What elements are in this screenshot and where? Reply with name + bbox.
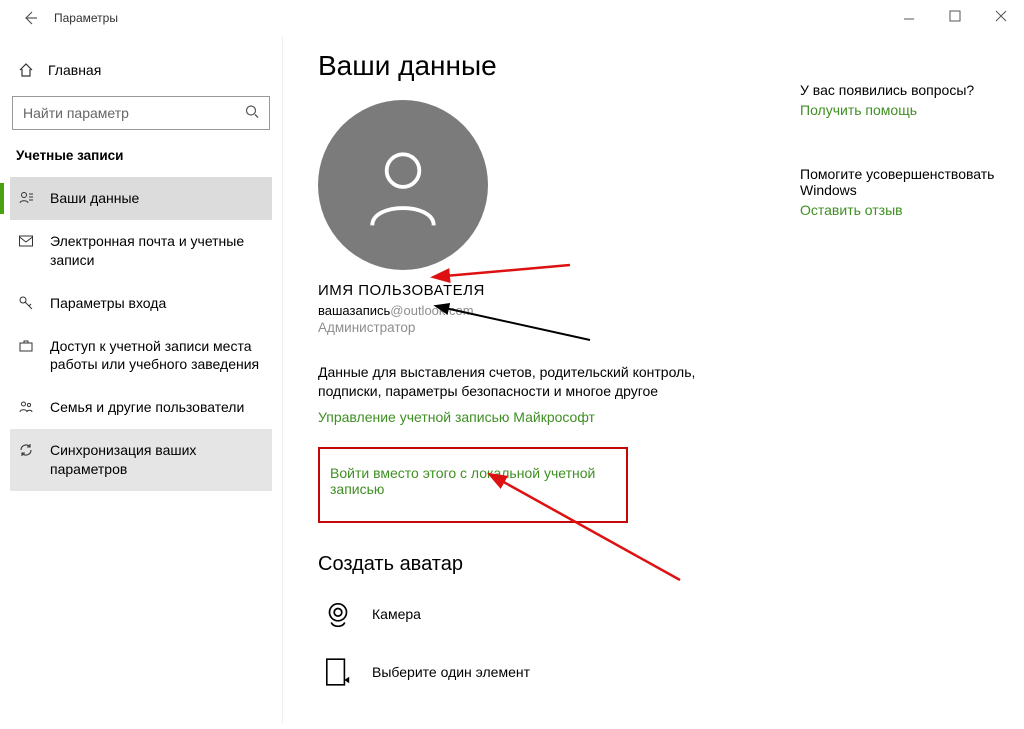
sidebar-item-label: Параметры входа xyxy=(50,294,166,313)
people-icon xyxy=(16,398,36,415)
sidebar-item-label: Доступ к учетной записи места работы или… xyxy=(50,337,266,375)
minimize-icon xyxy=(901,8,917,24)
page-title: Ваши данные xyxy=(318,50,1024,82)
right-column: У вас появились вопросы? Получить помощь… xyxy=(800,82,1010,218)
account-description: Данные для выставления счетов, родительс… xyxy=(318,363,738,401)
sidebar-item-work-school[interactable]: Доступ к учетной записи места работы или… xyxy=(10,325,272,387)
sidebar-home[interactable]: Главная xyxy=(10,54,272,86)
account-role: Администратор xyxy=(318,320,1024,335)
sidebar-section-title: Учетные записи xyxy=(10,148,272,177)
back-button[interactable] xyxy=(14,2,46,34)
home-icon xyxy=(16,62,36,78)
browse-icon xyxy=(318,652,358,692)
sidebar-item-email-accounts[interactable]: Электронная почта и учетные записи xyxy=(10,220,272,282)
maximize-button[interactable] xyxy=(932,0,978,32)
sidebar-item-label: Синхронизация ваших параметров xyxy=(50,441,266,479)
sidebar-home-label: Главная xyxy=(48,62,101,78)
feedback-link[interactable]: Оставить отзыв xyxy=(800,202,903,218)
sidebar-item-sync[interactable]: Синхронизация ваших параметров xyxy=(10,429,272,491)
search-input[interactable] xyxy=(12,96,270,130)
help-question: У вас появились вопросы? xyxy=(800,82,1010,98)
sidebar-item-label: Электронная почта и учетные записи xyxy=(50,232,266,270)
close-button[interactable] xyxy=(978,0,1024,32)
browse-label: Выберите один элемент xyxy=(372,664,530,680)
titlebar: Параметры xyxy=(0,0,1024,36)
account-username: ИМЯ ПОЛЬЗОВАТЕЛЯ xyxy=(318,282,1024,299)
briefcase-icon xyxy=(16,337,36,354)
window-controls xyxy=(886,0,1024,32)
maximize-icon xyxy=(947,8,963,24)
avatar-option-browse[interactable]: Выберите один элемент xyxy=(318,652,1024,692)
local-account-link[interactable]: Войти вместо этого с локальной учетной з… xyxy=(330,465,614,497)
camera-icon xyxy=(318,594,358,634)
create-avatar-heading: Создать аватар xyxy=(318,553,1024,576)
sidebar-item-your-info[interactable]: Ваши данные xyxy=(10,177,272,220)
sidebar: Главная Учетные записи Ваши данные Элект… xyxy=(0,36,282,729)
email-domain: @outlook.com xyxy=(390,303,473,318)
sidebar-item-label: Ваши данные xyxy=(50,189,139,208)
search-icon xyxy=(244,104,260,123)
close-icon xyxy=(993,8,1009,24)
avatar-option-camera[interactable]: Камера xyxy=(318,594,1024,634)
minimize-button[interactable] xyxy=(886,0,932,32)
person-badge-icon xyxy=(16,189,36,206)
sidebar-item-label: Семья и другие пользователи xyxy=(50,398,244,417)
arrow-left-icon xyxy=(22,10,38,26)
sync-icon xyxy=(16,441,36,458)
get-help-link[interactable]: Получить помощь xyxy=(800,102,917,118)
window-title: Параметры xyxy=(54,11,118,25)
sidebar-item-signin-options[interactable]: Параметры входа xyxy=(10,282,272,325)
annotation-highlight-box: Войти вместо этого с локальной учетной з… xyxy=(318,447,628,523)
camera-label: Камера xyxy=(372,606,421,622)
key-icon xyxy=(16,294,36,311)
avatar xyxy=(318,100,488,270)
search-wrap xyxy=(12,96,270,130)
person-icon xyxy=(355,137,451,233)
email-local: вашазапись xyxy=(318,303,390,318)
feedback-heading: Помогите усовершенствовать Windows xyxy=(800,166,1010,198)
manage-account-link[interactable]: Управление учетной записью Майкрософт xyxy=(318,409,595,425)
mail-icon xyxy=(16,232,36,249)
sidebar-item-family-users[interactable]: Семья и другие пользователи xyxy=(10,386,272,429)
account-email: вашазапись@outlook.com xyxy=(318,303,1024,318)
